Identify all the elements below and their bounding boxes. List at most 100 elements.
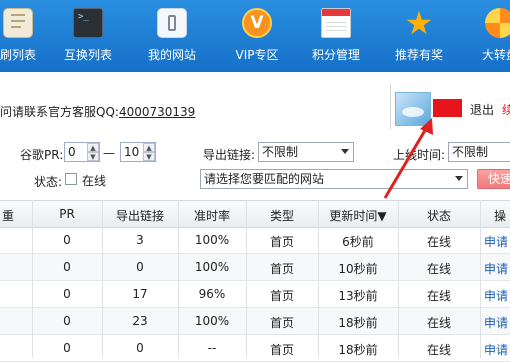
cell-outlinks: 0 <box>136 260 144 274</box>
cell-status: 在线 <box>426 262 451 276</box>
nav-label: 刷列表 <box>0 48 36 62</box>
avatar[interactable] <box>395 92 431 126</box>
col-pr[interactable]: PR <box>32 207 102 221</box>
outlinks-select-value: 不限制 <box>262 145 299 159</box>
nav-item-exchange-list[interactable]: >_ 互换列表 <box>56 0 120 72</box>
cell-time: 10秒前 <box>338 262 378 276</box>
nav-label: 积分管理 <box>311 48 360 62</box>
cell-rate: -- <box>207 341 217 355</box>
nav-item-list[interactable]: 刷列表 <box>0 0 50 72</box>
nav-item-wheel[interactable]: 大转盘 <box>468 0 510 72</box>
pr-to-down[interactable]: ▼ <box>143 152 155 161</box>
star-icon: ★ <box>404 4 434 42</box>
apply-link[interactable]: 申请 <box>484 233 510 250</box>
table-row: 0 23 100% 首页 18秒前 在线 申请 <box>0 308 510 335</box>
cell-type: 首页 <box>269 343 294 357</box>
col-type[interactable]: 类型 <box>246 207 318 224</box>
cell-rate: 96% <box>198 287 226 301</box>
user-name-highlight <box>433 99 462 117</box>
cell-outlinks: 17 <box>132 287 148 301</box>
pr-range-separator: — <box>103 146 115 160</box>
apply-link[interactable]: 申请 <box>484 260 510 277</box>
cell-type: 首页 <box>269 316 294 330</box>
pr-to-stepper[interactable]: 10 ▲ ▼ <box>120 142 156 162</box>
logout-link[interactable]: 退出 <box>470 101 494 118</box>
service-notice: 问请联系官方客服QQ:4000730139 <box>0 103 195 120</box>
cell-type: 首页 <box>269 262 294 276</box>
nav-label: VIP专区 <box>235 48 279 62</box>
info-bar: 问请联系官方客服QQ:4000730139 退出 续 <box>0 72 510 140</box>
service-qq-link[interactable]: 4000730139 <box>119 105 195 119</box>
nav-item-my-sites[interactable]: 我的网站 <box>140 0 204 72</box>
pr-from-down[interactable]: ▼ <box>87 152 99 161</box>
top-nav-bar: 刷列表 >_ 互换列表 我的网站 V VIP专区 积分管理 ★ 推荐有奖 大转盘 <box>0 0 510 72</box>
nav-item-referral[interactable]: ★ 推荐有奖 <box>387 0 451 72</box>
cell-time: 18秒前 <box>338 343 378 357</box>
cell-status: 在线 <box>426 316 451 330</box>
col-weight[interactable]: 重 <box>0 207 16 224</box>
apply-link[interactable]: 申请 <box>484 314 510 331</box>
pr-to-value: 10 <box>124 145 140 159</box>
cell-type: 首页 <box>269 235 294 249</box>
table-row: 0 0 100% 首页 10秒前 在线 申请 <box>0 254 510 281</box>
col-status[interactable]: 状态 <box>398 207 480 224</box>
cell-outlinks: 0 <box>136 341 144 355</box>
nav-item-points[interactable]: 积分管理 <box>304 0 368 72</box>
cell-type: 首页 <box>269 289 294 303</box>
online-checkbox[interactable] <box>65 173 77 185</box>
col-outlinks[interactable]: 导出链接 <box>102 207 178 224</box>
uptime-select-value: 不限制 <box>452 145 489 159</box>
cell-pr: 0 <box>63 341 71 355</box>
user-extra-link[interactable]: 续 <box>502 101 510 118</box>
cell-rate: 100% <box>194 260 230 274</box>
apply-link[interactable]: 申请 <box>484 287 510 304</box>
nav-item-vip[interactable]: V VIP专区 <box>225 0 289 72</box>
phone-icon <box>157 8 187 38</box>
filter-panel: 谷歌PR: 0 ▲ ▼ — 10 ▲ ▼ 导出链接: 不限制 上线时间: 不限制… <box>0 140 510 198</box>
table-header: 重 PR 导出链接 准时率 类型 更新时间▼ 状态 操 <box>0 200 510 228</box>
site-select[interactable]: 请选择您要匹配的网站 <box>200 169 468 189</box>
table-row: 0 17 96% 首页 13秒前 在线 申请 <box>0 281 510 308</box>
col-action: 操 <box>493 209 506 223</box>
online-label: 在线 <box>82 174 107 188</box>
pr-from-up[interactable]: ▲ <box>87 143 99 152</box>
quick-button[interactable]: 快速 <box>477 169 510 189</box>
uptime-label: 上线时间: <box>393 148 446 162</box>
status-label: 状态: <box>34 175 63 189</box>
outlinks-select[interactable]: 不限制 <box>258 142 354 162</box>
cell-time: 18秒前 <box>338 316 378 330</box>
cell-status: 在线 <box>426 343 451 357</box>
cell-pr: 0 <box>63 260 71 274</box>
col-update-time[interactable]: 更新时间▼ <box>318 207 398 224</box>
pr-from-value: 0 <box>68 145 76 159</box>
google-pr-label: 谷歌PR: <box>20 148 64 162</box>
nav-label: 我的网站 <box>147 48 196 62</box>
nav-label: 大转盘 <box>481 48 510 62</box>
cell-status: 在线 <box>426 289 451 303</box>
uptime-select[interactable]: 不限制 <box>448 142 510 162</box>
cell-pr: 0 <box>63 233 71 247</box>
table-row: 0 3 100% 首页 6秒前 在线 申请 <box>0 227 510 254</box>
nav-label: 推荐有奖 <box>394 48 443 62</box>
cell-time: 6秒前 <box>342 235 374 249</box>
cell-status: 在线 <box>426 235 451 249</box>
apply-link[interactable]: 申请 <box>484 341 510 358</box>
cell-pr: 0 <box>63 314 71 328</box>
nav-label: 互换列表 <box>63 48 112 62</box>
col-rate[interactable]: 准时率 <box>178 207 246 224</box>
outlinks-label: 导出链接: <box>203 148 256 162</box>
quick-button-label: 快速 <box>488 172 510 186</box>
pr-from-stepper[interactable]: 0 ▲ ▼ <box>64 142 100 162</box>
cell-outlinks: 23 <box>132 314 148 328</box>
service-prefix: 问请联系官方客服QQ: <box>0 105 119 119</box>
vip-icon: V <box>242 8 272 38</box>
cell-time: 13秒前 <box>338 289 378 303</box>
cell-rate: 100% <box>194 314 230 328</box>
cell-rate: 100% <box>194 233 230 247</box>
pr-to-up[interactable]: ▲ <box>143 143 155 152</box>
calendar-icon <box>321 8 351 38</box>
wheel-icon <box>485 8 510 38</box>
clipboard-icon <box>3 8 33 38</box>
terminal-icon: >_ <box>73 8 103 38</box>
cell-outlinks: 3 <box>136 233 144 247</box>
